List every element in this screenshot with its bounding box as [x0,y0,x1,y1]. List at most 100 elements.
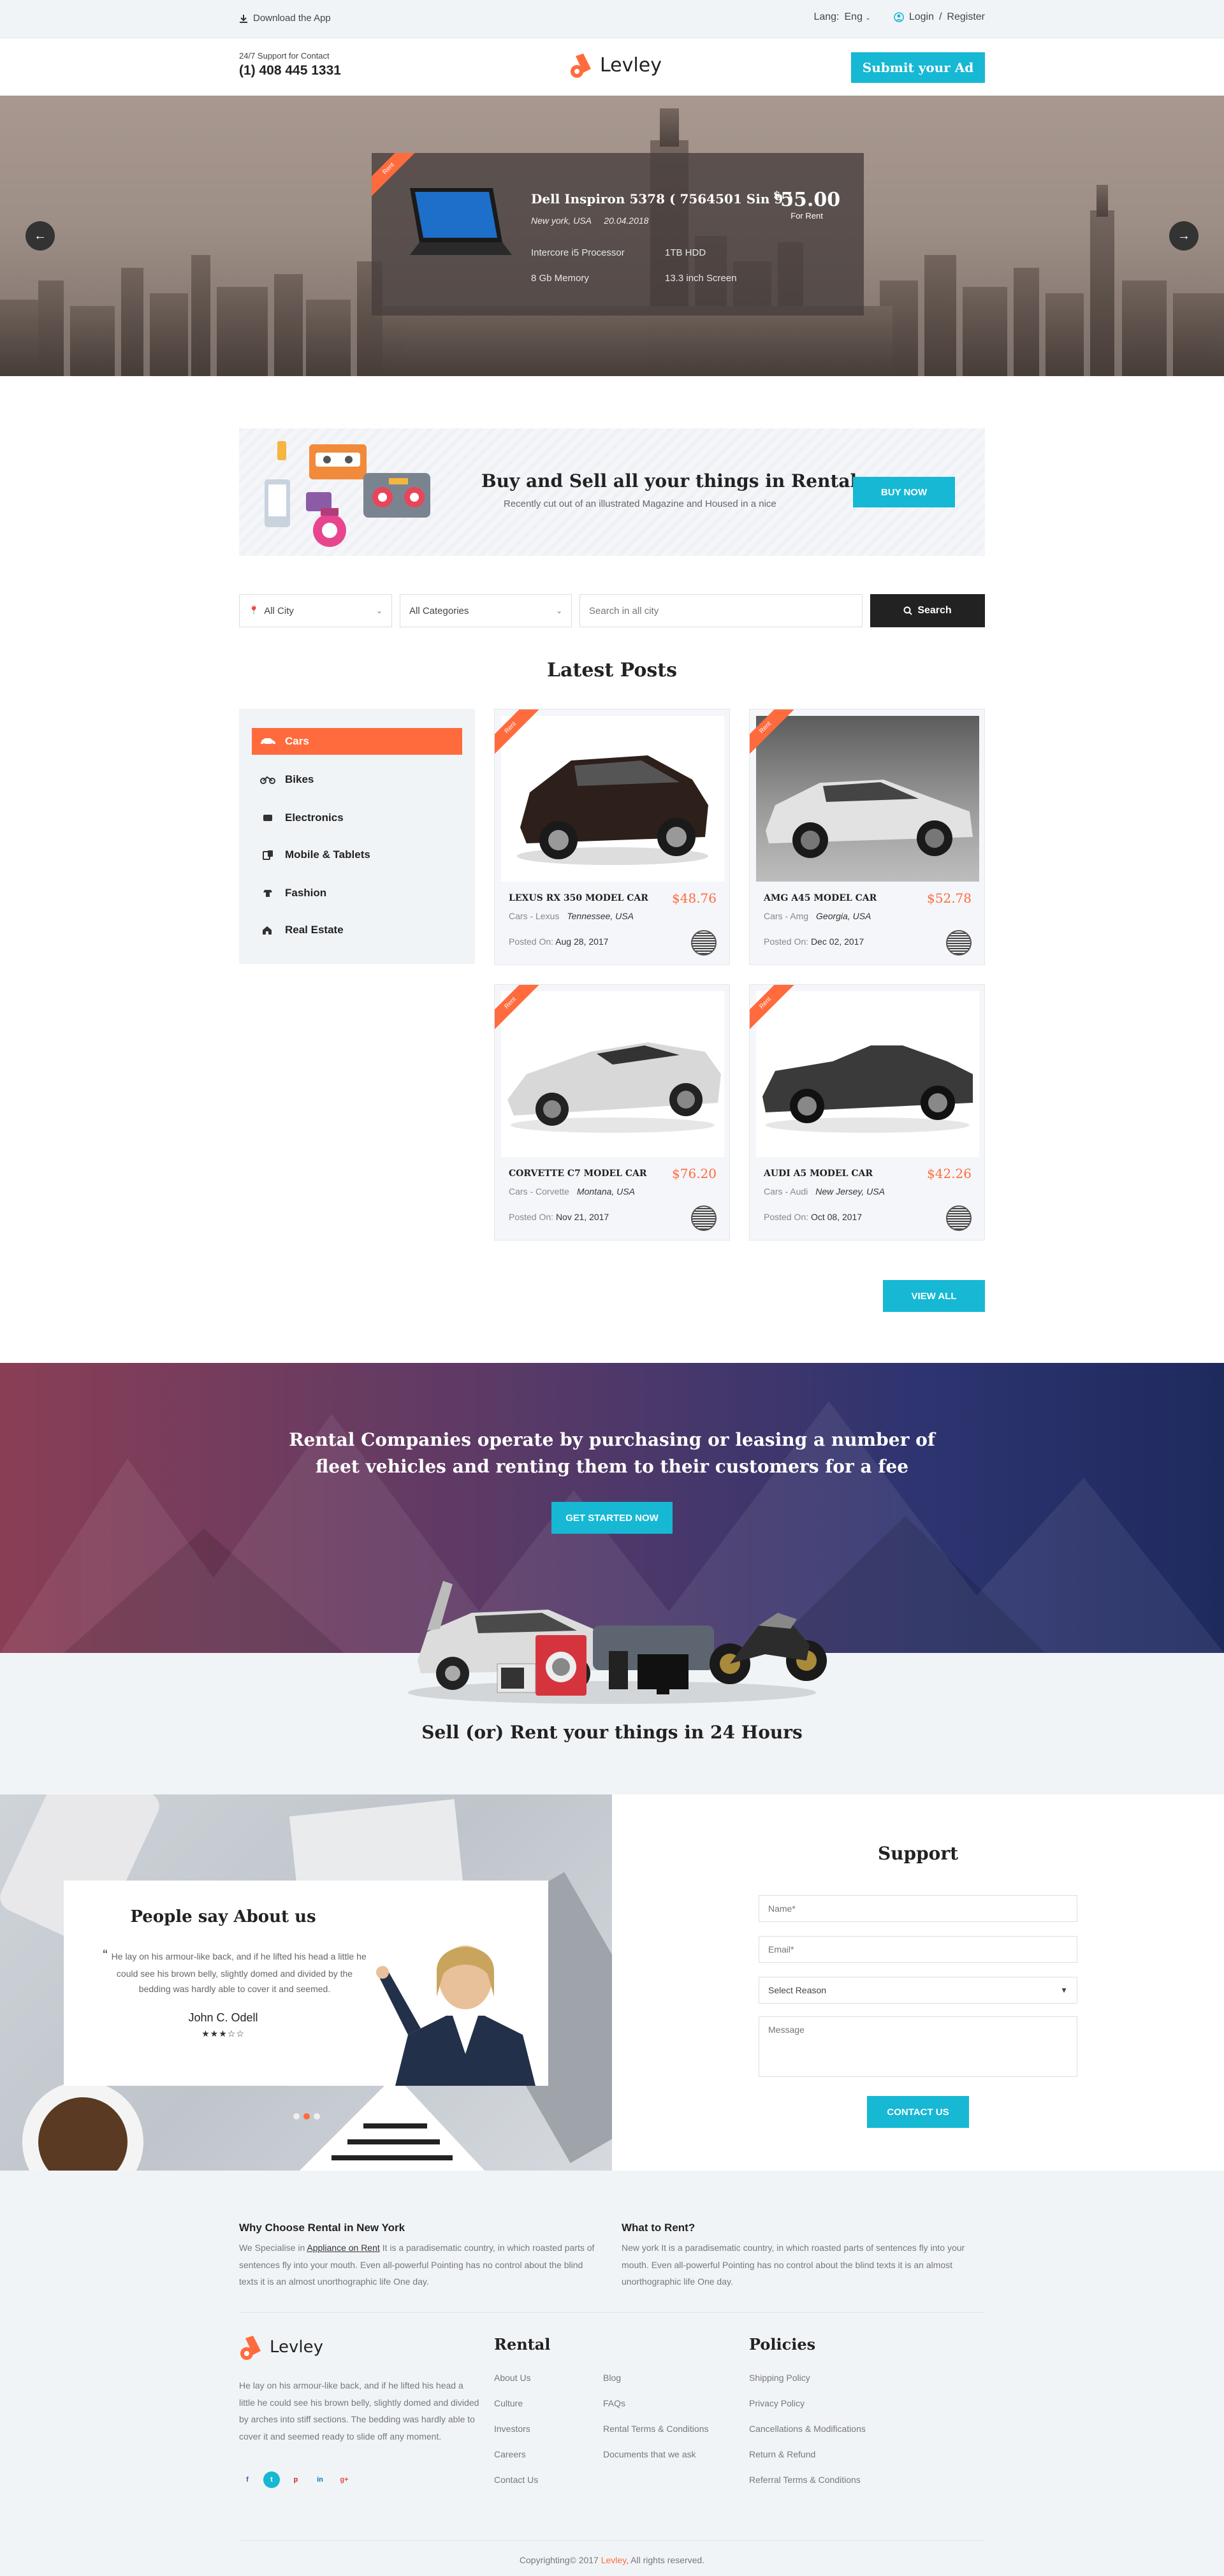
twitter-icon[interactable]: t [263,2471,280,2488]
facebook-icon[interactable]: f [239,2471,256,2488]
laptop-image [410,188,512,255]
category-fashion[interactable]: Fashion [252,880,462,906]
post-brand-text: Cars - Lexus [509,911,560,921]
car-image [507,1042,721,1133]
category-mobile[interactable]: Mobile & Tablets [252,841,462,868]
category-real-estate[interactable]: Real Estate [252,917,462,943]
car-image [762,1045,973,1133]
footer-link[interactable]: Privacy Policy [749,2398,805,2408]
carousel-dot[interactable] [314,2113,320,2120]
carousel-dot-active[interactable] [303,2113,310,2120]
category-label: Cars [285,735,309,747]
footer: Why Choose Rental in New York We Special… [0,2171,1224,2576]
google-plus-icon[interactable]: g+ [336,2471,353,2488]
person-photo [376,1946,536,2086]
caret-down-icon: ▼ [1060,1986,1068,1995]
footer-link[interactable]: Documents that we ask [603,2449,696,2459]
footer-link[interactable]: Careers [494,2449,526,2459]
lang-select[interactable]: Eng ⌄ [845,11,871,23]
footer-link[interactable]: Investors [494,2424,530,2434]
post-brand: Cars - Corvette Montana, USA [509,1186,635,1197]
footer-link[interactable]: Referral Terms & Conditions [749,2475,861,2485]
post-date-value: Oct 08, 2017 [810,1212,863,1222]
pinterest-icon[interactable]: p [288,2471,304,2488]
post-date-value: Aug 28, 2017 [555,936,609,947]
price-note: For Rent [790,211,823,221]
footer-link[interactable]: Rental Terms & Conditions [603,2424,708,2434]
reason-select[interactable]: Select Reason ▼ [759,1977,1077,2004]
download-app-link[interactable]: Download the App [239,13,331,24]
email-field[interactable] [759,1936,1077,1963]
footer-link[interactable]: Contact Us [494,2475,538,2485]
topbar-right: Lang: Eng ⌄ Login / Register [813,11,985,23]
latest-posts-title: Latest Posts [546,659,678,681]
appliance-link[interactable]: Appliance on Rent [307,2243,379,2253]
logo[interactable]: Levley [569,51,662,79]
search-bar: 📍 All City ⌄ All Categories ⌄ Search [239,594,985,627]
chevron-down-icon: ⌄ [555,606,562,615]
submit-ad-button[interactable]: Submit your Ad [851,52,985,83]
buy-now-button[interactable]: BUY NOW [853,477,955,507]
prev-slide-button[interactable]: ← [26,221,55,251]
support-title: Support [877,1843,959,1864]
hero-price: $55.00 For Rent [773,189,840,221]
copy-brand[interactable]: Levley [601,2555,626,2565]
footer-link[interactable]: Shipping Policy [749,2373,810,2383]
footer-link[interactable]: Blog [603,2373,621,2383]
post-location: Montana, USA [576,1186,635,1197]
support-phone[interactable]: (1) 408 445 1331 [239,63,341,78]
copyright: Copyrighting© 2017 Levley, All rights re… [0,2555,1224,2565]
view-all-button[interactable]: VIEW ALL [883,1280,985,1312]
post-price: $48.76 [672,891,717,906]
car-image [766,780,973,858]
rental-text-line1: Rental Companies operate by purchasing o… [289,1429,935,1450]
post-card[interactable]: Rent CORVETTE C7 MODEL CAR $76.20 Cars -… [494,984,730,1241]
post-location: Georgia, USA [816,911,871,921]
footer-link[interactable]: About Us [494,2373,531,2383]
message-field[interactable] [759,2016,1077,2077]
category-list: Cars Bikes Electronics Mobile & Tablets … [239,709,475,964]
products-illustration [408,1581,827,1704]
post-card[interactable]: Rent LEXUS RX 350 MODEL CAR $48.76 Cars … [494,709,730,965]
contact-us-button[interactable]: CONTACT US [867,2096,969,2128]
register-link[interactable]: Register [947,11,985,23]
banner-subtitle: Recently cut out of an illustrated Magaz… [504,498,776,509]
download-label: Download the App [253,13,331,24]
linkedin-icon[interactable]: in [312,2471,328,2488]
footer-link[interactable]: Culture [494,2398,523,2408]
search-button[interactable]: Search [870,594,985,627]
hero-card[interactable]: Rent Dell Inspiron 5378 ( 7564501 Sin 9 … [372,153,864,316]
hero-title: Dell Inspiron 5378 ( 7564501 Sin 9 ) [531,191,794,207]
location-pin-icon: 📍 [249,606,259,615]
post-image [501,991,724,1157]
why-pre: We Specialise in [239,2243,307,2253]
rental-text-line2: fleet vehicles and renting them to their… [315,1456,909,1477]
testimonial-name: John C. Odell [188,2011,258,2024]
currency: $ [773,189,781,201]
post-title: CORVETTE C7 MODEL CAR [509,1168,647,1179]
footer-link[interactable]: Return & Refund [749,2449,815,2459]
next-slide-button[interactable]: → [1169,221,1198,251]
footer-link[interactable]: FAQs [603,2398,625,2408]
lang-value: Eng [844,11,863,22]
search-input[interactable] [579,594,863,627]
city-select[interactable]: 📍 All City ⌄ [239,594,392,627]
footer-logo[interactable]: Levley [239,2333,323,2361]
post-title: AUDI A5 MODEL CAR [764,1168,873,1179]
post-card[interactable]: Rent AUDI A5 MODEL CAR $42.26 Cars - Aud… [749,984,985,1241]
post-brand-text: Cars - Audi [764,1186,808,1197]
footer-link[interactable]: Cancellations & Modifications [749,2424,866,2434]
category-cars[interactable]: Cars [252,728,462,755]
category-select[interactable]: All Categories ⌄ [400,594,572,627]
post-brand: Cars - Amg Georgia, USA [764,911,871,921]
quote-text: He lay on his armour-like back, and if h… [111,1951,367,1995]
name-field[interactable] [759,1895,1077,1922]
category-bikes[interactable]: Bikes [252,766,462,793]
hero-spec: Intercore i5 Processor [531,247,625,258]
category-electronics[interactable]: Electronics [252,804,462,831]
hero-spec: 1TB HDD [665,247,706,258]
carousel-dot[interactable] [293,2113,300,2120]
post-brand-text: Cars - Corvette [509,1186,569,1197]
login-link[interactable]: Login [909,11,934,23]
post-card[interactable]: Rent AMG A45 MODEL CAR $52.78 Cars - Amg… [749,709,985,965]
